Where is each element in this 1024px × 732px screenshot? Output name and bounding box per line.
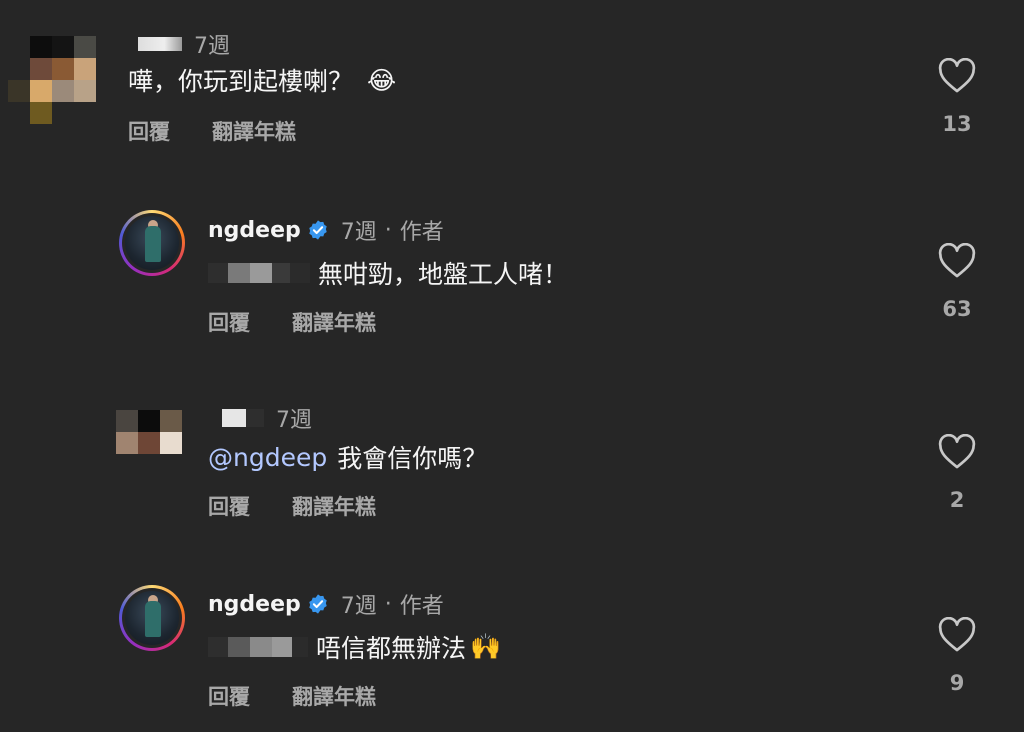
heart-outline-icon[interactable] (938, 617, 976, 653)
reply-button[interactable]: 回覆 (208, 491, 250, 521)
comment-text: @ngdeep 我會信你嗎？ (208, 439, 487, 475)
like-count: 13 (942, 112, 972, 136)
timestamp: 7週 (194, 34, 230, 59)
mention-redacted[interactable] (208, 637, 308, 657)
timestamp: 7週 (340, 220, 377, 245)
avatar[interactable] (8, 36, 96, 124)
laughing-emoji-icon: 😂 (367, 65, 397, 95)
verified-badge-icon (309, 594, 327, 614)
raising-hands-emoji-icon: 🙌 (470, 632, 502, 661)
comment-text: 嘩，你玩到起樓喇？ 😂 (128, 62, 396, 98)
verified-badge-icon (309, 220, 327, 240)
translate-button[interactable]: 翻譯年糕 (292, 491, 376, 521)
mention-redacted[interactable] (208, 263, 310, 283)
like-count: 2 (949, 488, 965, 512)
username-redacted[interactable] (222, 409, 246, 427)
comment-text: 唔信都無辦法 🙌 (208, 629, 501, 665)
like-count: 9 (949, 671, 965, 695)
comment-text: 無咁勁，地盤工人啫！ (208, 255, 568, 291)
username-redacted[interactable] (138, 37, 182, 51)
avatar[interactable] (119, 585, 185, 651)
heart-outline-icon[interactable] (938, 434, 976, 470)
reply-button[interactable]: 回覆 (208, 681, 250, 711)
comment-body: 嘩，你玩到起樓喇？ (128, 67, 354, 96)
comment-body: 我會信你嗎？ (337, 444, 488, 473)
translate-button[interactable]: 翻譯年糕 (212, 116, 296, 146)
reply-button[interactable]: 回覆 (208, 307, 250, 337)
translate-button[interactable]: 翻譯年糕 (292, 307, 376, 337)
mention-link[interactable]: @ngdeep (208, 443, 327, 472)
heart-outline-icon[interactable] (938, 243, 976, 279)
reply-button[interactable]: 回覆 (128, 116, 170, 146)
username[interactable]: ngdeep (208, 592, 301, 617)
translate-button[interactable]: 翻譯年糕 (292, 681, 376, 711)
username[interactable]: ngdeep (208, 218, 301, 243)
author-label: 作者 (399, 594, 444, 619)
timestamp: 7週 (340, 594, 377, 619)
heart-outline-icon[interactable] (938, 58, 976, 94)
separator-dot: · (384, 217, 392, 243)
author-label: 作者 (399, 220, 444, 245)
like-count: 63 (942, 297, 972, 321)
avatar[interactable] (116, 410, 182, 454)
timestamp: 7週 (276, 408, 312, 433)
comment-body: 無咁勁，地盤工人啫！ (318, 260, 569, 289)
avatar[interactable] (119, 210, 185, 276)
separator-dot: · (384, 591, 392, 617)
comment-body: 唔信都無辦法 (316, 634, 467, 663)
